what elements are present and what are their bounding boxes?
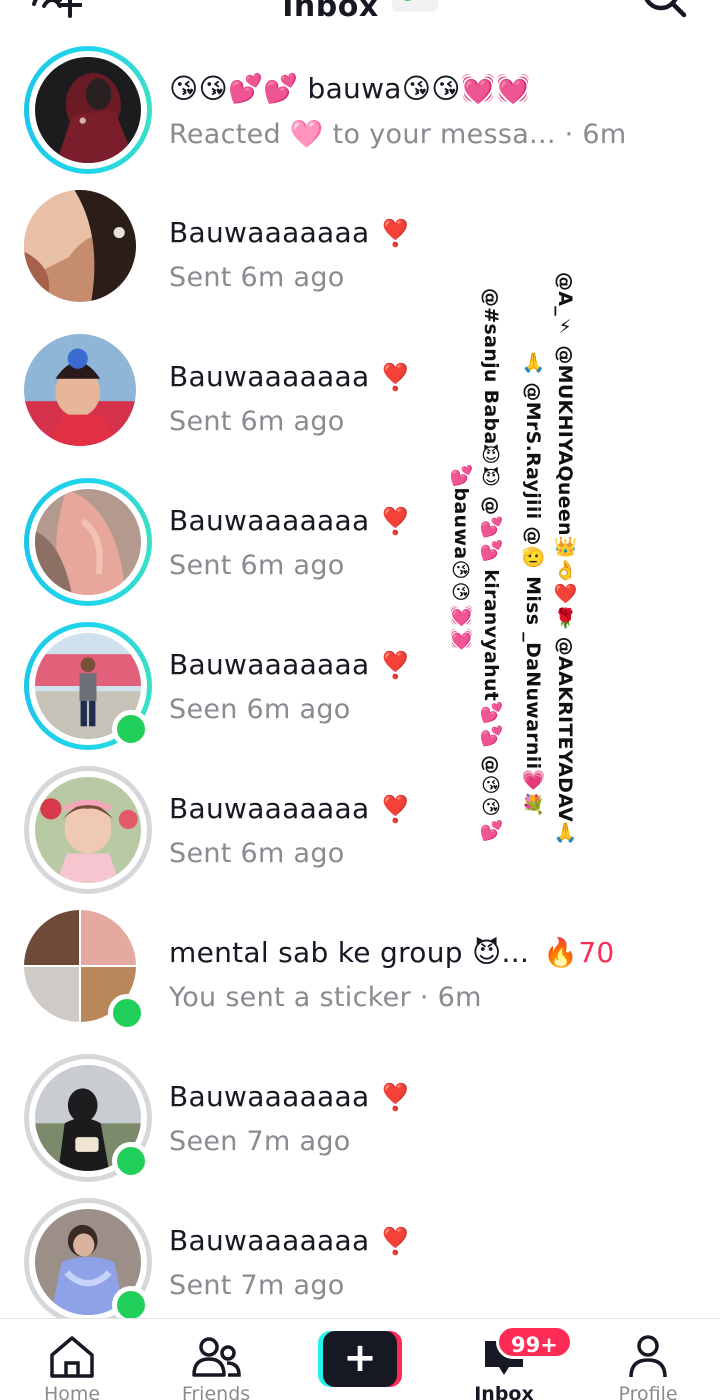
nav-friends-label: Friends xyxy=(181,1383,251,1400)
avatar[interactable] xyxy=(24,622,152,750)
overlay-mention-text: @A_⚡ @MUKHIYAQueen👑👌❤️🌹 @AAKRITEYADAV🙏 🙏… xyxy=(450,272,620,852)
heart-icon: ❣️ xyxy=(379,363,413,393)
nav-home-label: Home xyxy=(43,1383,101,1400)
nav-profile-label: Profile xyxy=(618,1383,678,1400)
plus-icon: + xyxy=(343,1335,377,1381)
online-indicator xyxy=(112,710,150,748)
conversation-subtitle: Sent 7m ago xyxy=(169,1270,345,1301)
heart-icon: ❣️ xyxy=(379,219,413,249)
home-icon xyxy=(50,1336,94,1378)
nav-friends[interactable]: Friends xyxy=(144,1319,288,1400)
conversation-title: Bauwaaaaaaa xyxy=(169,1224,370,1257)
avatar[interactable] xyxy=(24,1198,152,1326)
conversation-subtitle: You sent a sticker · 6m xyxy=(169,982,482,1013)
conversation-title: Bauwaaaaaaa xyxy=(169,360,370,393)
conversation-title: Bauwaaaaaaa xyxy=(169,216,370,249)
conversation-subtitle: Sent 6m ago xyxy=(169,550,345,581)
conversation-row[interactable]: Bauwaaaaaaa ❣️ Sent 7m ago xyxy=(0,1190,720,1334)
avatar[interactable] xyxy=(24,478,152,606)
streak-counter: 🔥70 xyxy=(543,936,614,969)
conversation-row[interactable]: mental sab ke group 😈... 🔥70 You sent a s… xyxy=(0,902,720,1046)
conversation-title: Bauwaaaaaaa xyxy=(169,1080,370,1113)
online-indicator xyxy=(108,994,146,1032)
conversation-row[interactable]: Bauwaaaaaaa ❣️ Seen 7m ago xyxy=(0,1046,720,1190)
overlay-text-line: @#sanju Baba😈😈 @💕💕 kiranvyahut💕💕 @😘😘💕 xyxy=(480,288,502,843)
avatar[interactable] xyxy=(24,46,152,174)
online-status-dot xyxy=(400,0,414,1)
conversation-subtitle: Sent 6m ago xyxy=(169,262,345,293)
group-avatar[interactable] xyxy=(24,910,152,1038)
conversation-title: 😘😘💕💕 bauwa😘😘💓💓 xyxy=(169,72,532,105)
conversation-subtitle: Sent 6m ago xyxy=(169,838,345,869)
heart-icon: ❣️ xyxy=(379,1227,413,1257)
conversation-title: Bauwaaaaaaa xyxy=(169,648,370,681)
overlay-text-line: @A_⚡ @MUKHIYAQueen👑👌❤️🌹 @AAKRITEYADAV🙏 xyxy=(554,272,576,846)
streak-count: 70 xyxy=(578,936,615,969)
heart-icon: ❣️ xyxy=(379,795,413,825)
active-status-toggle[interactable] xyxy=(391,0,438,12)
conversation-title: Bauwaaaaaaa xyxy=(169,504,370,537)
create-button[interactable]: + xyxy=(318,1331,402,1387)
heart-icon: ❣️ xyxy=(379,507,413,537)
avatar[interactable] xyxy=(24,190,152,318)
overlay-text-line: 🙏 @MrS.Rayjiii @🫡 Miss _DaNuwarnii💗💐 xyxy=(522,352,544,817)
conversation-subtitle: Seen 7m ago xyxy=(169,1126,351,1157)
overlay-text-line: 💕bauwa😘😘💓💓 xyxy=(450,464,472,651)
conversation-title: mental sab ke group 😈... xyxy=(169,936,530,969)
nav-profile[interactable]: Profile xyxy=(576,1319,720,1400)
bottom-navigation: Home Friends + Inbox 99+ Profile xyxy=(0,1318,720,1400)
online-indicator xyxy=(112,1142,150,1180)
inbox-badge: 99+ xyxy=(496,1325,573,1359)
page-title: Inbox xyxy=(282,0,379,24)
conversation-row[interactable]: 😘😘💕💕 bauwa😘😘💓💓 Reacted 🩷 to your messa..… xyxy=(0,38,720,182)
nav-inbox-label: Inbox xyxy=(474,1383,534,1400)
avatar[interactable] xyxy=(24,334,152,462)
profile-icon xyxy=(629,1335,667,1378)
heart-icon: ❣️ xyxy=(379,651,413,681)
fire-icon: 🔥 xyxy=(543,936,579,969)
friends-icon xyxy=(192,1337,241,1377)
conversation-subtitle: Seen 6m ago xyxy=(169,694,351,725)
avatar[interactable] xyxy=(24,1054,152,1182)
heart-icon: ❣️ xyxy=(379,1083,413,1113)
top-bar: Inbox xyxy=(0,0,720,40)
conversation-title: Bauwaaaaaaa xyxy=(169,792,370,825)
conversation-subtitle: Reacted 🩷 to your messa... · 6m xyxy=(169,119,627,150)
nav-home[interactable]: Home xyxy=(0,1319,144,1400)
search-icon[interactable] xyxy=(640,0,688,26)
avatar[interactable] xyxy=(24,766,152,894)
conversation-subtitle: Sent 6m ago xyxy=(169,406,345,437)
